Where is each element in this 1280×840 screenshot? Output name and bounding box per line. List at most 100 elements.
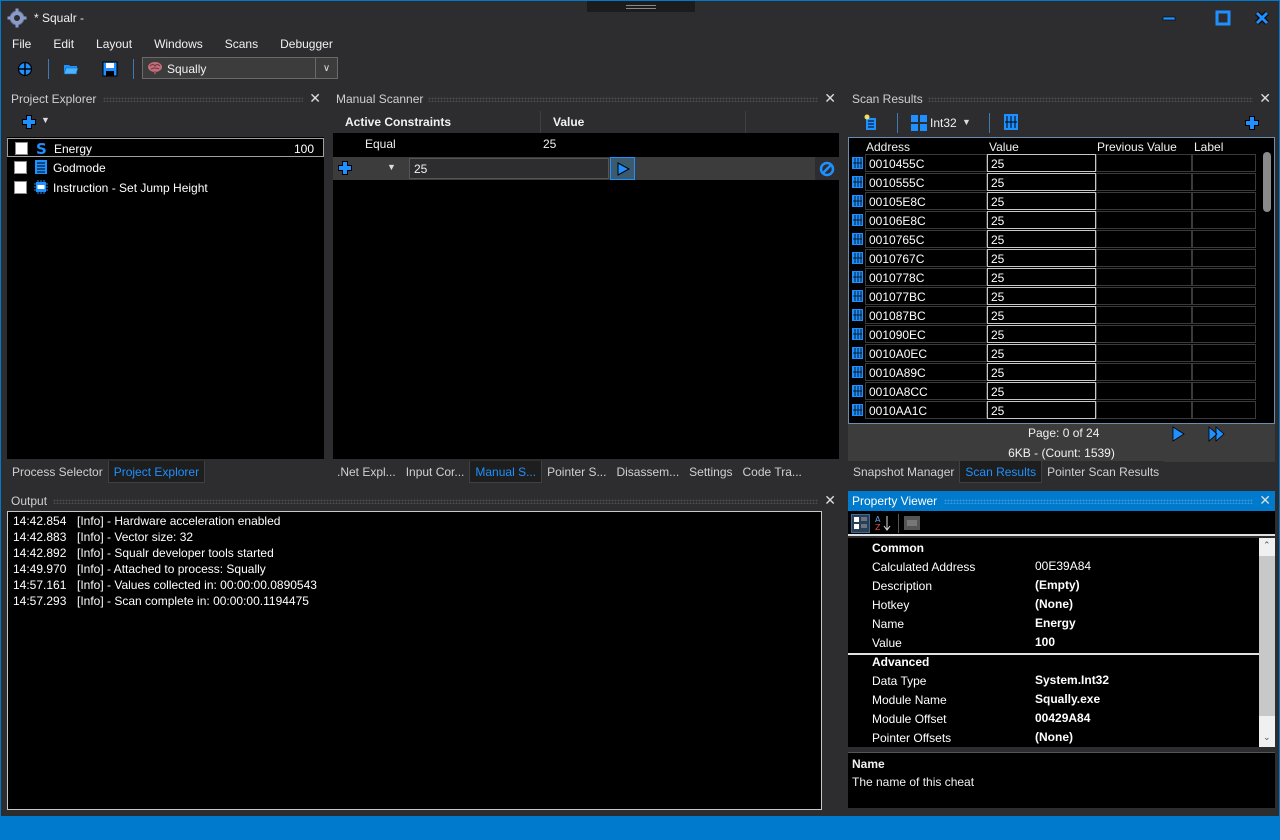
item-checkbox[interactable] (14, 161, 27, 174)
property-name[interactable]: Value (872, 636, 902, 650)
label-cell[interactable] (1192, 268, 1256, 286)
constraint-type-dropdown[interactable]: ▼ (387, 162, 396, 172)
tab-snapshot-manager[interactable]: Snapshot Manager (848, 461, 960, 483)
property-value[interactable]: System.Int32 (1035, 673, 1109, 687)
tab-code-tracer[interactable]: Code Tra... (737, 461, 807, 483)
result-row[interactable]: 0010455C 25 (849, 154, 1259, 173)
property-scrollbar[interactable]: ⌃ ⌄ (1259, 538, 1275, 747)
result-row[interactable]: 0010767C 25 (849, 249, 1259, 268)
property-value[interactable]: 00E39A84 (1035, 559, 1091, 573)
previous-value-cell[interactable] (1096, 344, 1192, 362)
chevron-down-icon[interactable]: ∨ (315, 58, 337, 78)
open-button[interactable] (60, 58, 82, 80)
previous-value-cell[interactable] (1096, 325, 1192, 343)
close-button[interactable] (1253, 9, 1271, 27)
property-name[interactable]: Pointer Offsets (872, 731, 951, 745)
constraint-value-input[interactable] (409, 158, 609, 179)
property-value[interactable]: (Empty) (1035, 578, 1080, 592)
value-cell[interactable]: 25 (987, 325, 1096, 343)
tab-settings[interactable]: Settings (684, 461, 738, 483)
drag-handle[interactable] (944, 499, 1253, 504)
address-cell[interactable]: 00106E8C (865, 211, 987, 229)
menu-file[interactable]: File (1, 35, 42, 55)
property-name[interactable]: Module Name (872, 693, 947, 707)
property-value[interactable]: 100 (1035, 635, 1055, 649)
maximize-button[interactable] (1214, 9, 1232, 27)
add-item-button[interactable]: ▼ (21, 114, 57, 132)
value-cell[interactable]: 25 (987, 211, 1096, 229)
previous-value-cell[interactable] (1096, 382, 1192, 400)
column-header-value[interactable]: Value (989, 140, 1019, 154)
menu-layout[interactable]: Layout (85, 35, 143, 55)
menu-scans[interactable]: Scans (214, 35, 269, 55)
value-cell[interactable]: 25 (987, 344, 1096, 362)
item-checkbox[interactable] (14, 181, 27, 194)
select-process-button[interactable] (14, 58, 36, 80)
tab-disassembler[interactable]: Disassem... (611, 461, 685, 483)
scroll-up-icon[interactable]: ⌃ (1263, 540, 1271, 551)
label-cell[interactable] (1192, 287, 1256, 305)
previous-value-cell[interactable] (1096, 249, 1192, 267)
previous-value-cell[interactable] (1096, 173, 1192, 191)
property-value[interactable]: Squally.exe (1035, 692, 1100, 706)
close-icon[interactable]: ✕ (1259, 492, 1271, 509)
result-row[interactable]: 0010555C 25 (849, 173, 1259, 192)
tab-process-selector[interactable]: Process Selector (7, 461, 108, 483)
output-log[interactable]: 14:42.854 [Info] - Hardware acceleration … (7, 511, 822, 810)
tab-project-explorer[interactable]: Project Explorer (107, 461, 206, 483)
value-cell[interactable]: 25 (987, 249, 1096, 267)
process-selector-combo[interactable]: Squally ∨ (142, 57, 338, 79)
address-cell[interactable]: 0010767C (865, 249, 987, 267)
previous-value-cell[interactable] (1096, 268, 1192, 286)
property-category[interactable]: Advanced (872, 655, 929, 669)
drag-handle[interactable] (53, 499, 818, 504)
drag-grip[interactable] (587, 1, 695, 12)
result-row[interactable]: 0010A0EC 25 (849, 344, 1259, 363)
address-cell[interactable]: 0010555C (865, 173, 987, 191)
project-item[interactable]: Instruction - Set Jump Height (7, 178, 324, 197)
value-cell[interactable]: 25 (987, 268, 1096, 286)
value-cell[interactable]: 25 (987, 154, 1096, 172)
scrollbar-thumb[interactable] (1263, 152, 1271, 212)
result-row[interactable]: 0010A8CC 25 (849, 382, 1259, 401)
previous-value-cell[interactable] (1096, 230, 1192, 248)
address-cell[interactable]: 0010765C (865, 230, 987, 248)
tab-manual-scanner[interactable]: Manual S... (469, 461, 543, 483)
value-cell[interactable]: 25 (987, 382, 1096, 400)
tab-input-correlator[interactable]: Input Cor... (400, 461, 470, 483)
result-row[interactable]: 0010765C 25 (849, 230, 1259, 249)
address-cell[interactable]: 0010778C (865, 268, 987, 286)
property-value[interactable]: Energy (1035, 616, 1076, 630)
address-cell[interactable]: 0010AA1C (865, 401, 987, 419)
result-row[interactable]: 00106E8C 25 (849, 211, 1259, 230)
categorized-button[interactable] (851, 514, 870, 533)
label-cell[interactable] (1192, 306, 1256, 324)
result-row[interactable]: 0010778C 25 (849, 268, 1259, 287)
label-cell[interactable] (1192, 382, 1256, 400)
close-icon[interactable]: ✕ (824, 492, 836, 509)
value-cell[interactable]: 25 (987, 230, 1096, 248)
value-cell[interactable]: 25 (987, 401, 1096, 419)
previous-value-cell[interactable] (1096, 287, 1192, 305)
value-cell[interactable]: 25 (987, 287, 1096, 305)
save-button[interactable] (99, 58, 121, 80)
add-selected-results-button[interactable] (863, 114, 879, 135)
drag-handle[interactable] (428, 97, 818, 102)
value-cell[interactable]: 25 (987, 306, 1096, 324)
previous-value-cell[interactable] (1096, 401, 1192, 419)
property-name[interactable]: Data Type (872, 674, 926, 688)
last-page-button[interactable] (1208, 426, 1226, 445)
tab-pointer-scanner[interactable]: Pointer S... (542, 461, 612, 483)
start-scan-button[interactable] (610, 157, 635, 180)
value-cell[interactable]: 25 (987, 173, 1096, 191)
result-row[interactable]: 00105E8C 25 (849, 192, 1259, 211)
property-name[interactable]: Name (872, 617, 904, 631)
value-cell[interactable]: 25 (987, 363, 1096, 381)
add-constraint-button[interactable] (337, 160, 353, 179)
label-cell[interactable] (1192, 249, 1256, 267)
minimize-button[interactable] (1160, 9, 1178, 27)
scroll-down-icon[interactable]: ⌄ (1263, 732, 1271, 743)
next-page-button[interactable] (1171, 426, 1185, 445)
previous-value-cell[interactable] (1096, 306, 1192, 324)
result-row[interactable]: 0010AA1C 25 (849, 401, 1259, 420)
